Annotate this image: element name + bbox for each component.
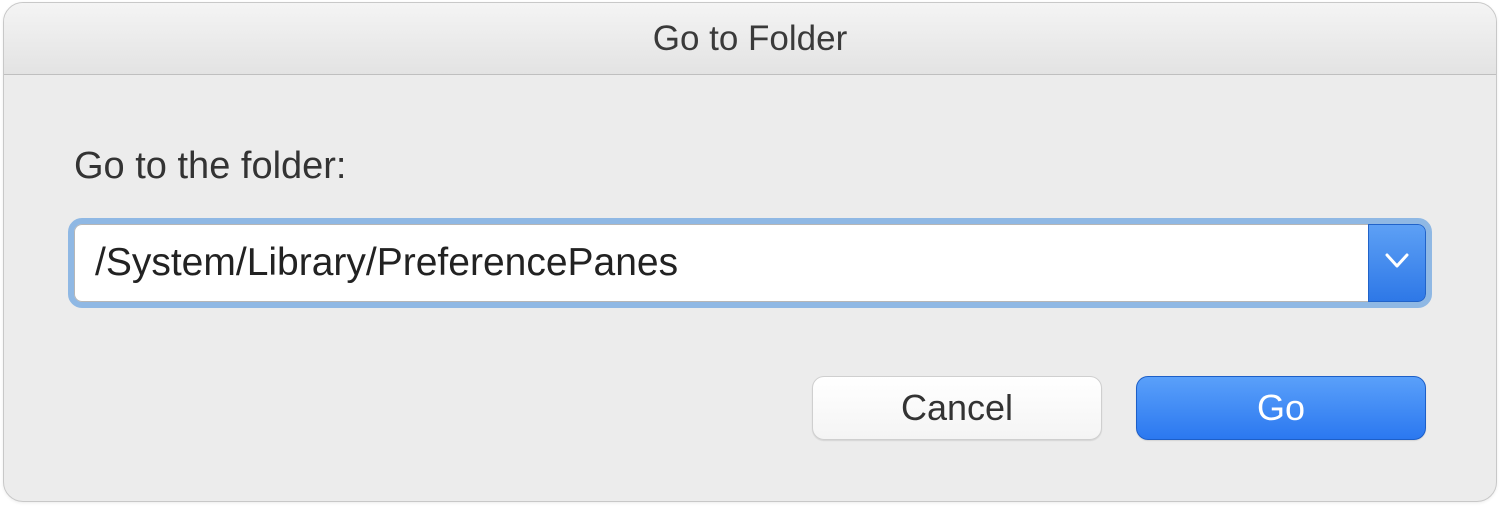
dialog-content: Go to the folder: Cancel Go [4, 75, 1496, 501]
dialog-title: Go to Folder [4, 3, 1496, 75]
path-label: Go to the folder: [74, 145, 1426, 188]
path-combobox [74, 224, 1426, 302]
chevron-down-icon [1385, 253, 1409, 274]
path-dropdown-button[interactable] [1368, 224, 1426, 302]
button-row: Cancel Go [74, 376, 1426, 440]
path-input[interactable] [74, 224, 1368, 302]
go-to-folder-dialog: Go to Folder Go to the folder: Cancel Go [3, 2, 1497, 502]
cancel-button[interactable]: Cancel [812, 376, 1102, 440]
go-button[interactable]: Go [1136, 376, 1426, 440]
